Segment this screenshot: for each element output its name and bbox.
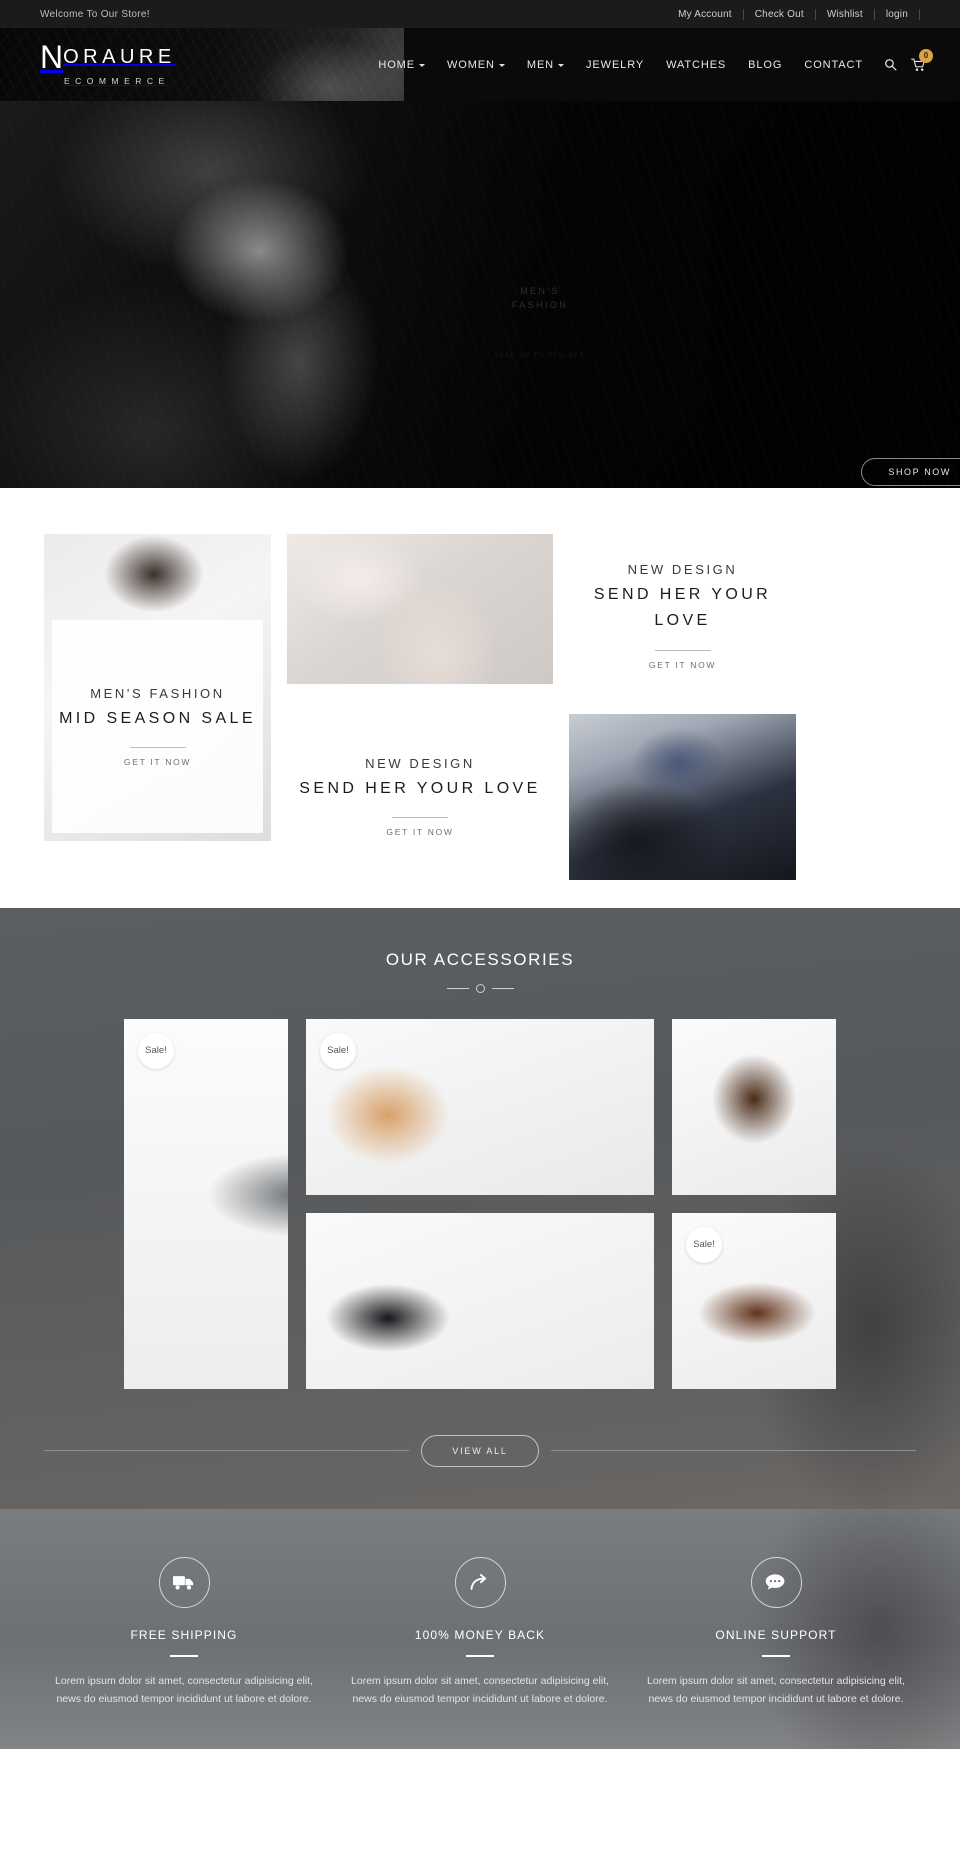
divider (170, 1654, 198, 1657)
accessories-section: OUR ACCESSORIES Sale! Sale! Sale! VIEW A… (0, 907, 960, 1509)
divider-line-left (446, 987, 469, 989)
truck-icon (158, 1556, 210, 1608)
nav-item-watches[interactable]: WATCHES (655, 59, 737, 71)
feature-title: FREE SHIPPING (130, 1627, 238, 1642)
search-icon[interactable] (884, 58, 897, 71)
divider (129, 747, 186, 749)
divider-circle-icon (475, 983, 485, 993)
divider (654, 649, 711, 651)
chevron-down-icon (558, 64, 565, 67)
accessories-heading: OUR ACCESSORIES (385, 949, 575, 969)
welcome-message: Welcome To Our Store! (40, 8, 150, 20)
promo-grid: NEW DESIGN SEND HER YOUR LOVE GET IT NOW… (44, 534, 916, 880)
promo-title: SEND HER YOUR LOVE (299, 780, 541, 798)
divider (392, 817, 448, 819)
feature-online-support: ONLINE SUPPORT Lorem ipsum dolor sit ame… (636, 1556, 916, 1709)
hero-caption-line-2: FASHION (511, 300, 569, 311)
nav-label: WOMEN (446, 58, 495, 71)
product-grid: Sale! Sale! Sale! (0, 1018, 960, 1389)
feature-description: Lorem ipsum dolor sit amet, consectetur … (55, 1674, 313, 1706)
promo-card-3[interactable]: MEN'S FASHION MID SEASON SALE GET IT NOW (44, 534, 271, 841)
nav-item-women[interactable]: WOMEN (436, 59, 516, 71)
chevron-down-icon (418, 64, 425, 67)
top-link-login[interactable]: login (875, 9, 919, 20)
promo-card-2[interactable]: NEW DESIGN SEND HER YOUR LOVE GET IT NOW (287, 714, 553, 880)
hero-subtext: SALE UP TO 50% OFF (494, 353, 586, 359)
divider-line-left (44, 1450, 410, 1452)
promo-eyebrow: MEN'S FASHION (90, 685, 225, 701)
divider-line-right (550, 1450, 917, 1452)
top-link-my-account[interactable]: My Account (667, 9, 743, 20)
promo-cta-3[interactable]: GET IT NOW (124, 757, 191, 767)
logo-wordmark: N ORAURE (40, 39, 176, 76)
promo-image-handbag[interactable] (569, 713, 796, 880)
product-tile-handbag[interactable]: Sale! (306, 1018, 654, 1195)
chevron-down-icon (498, 64, 505, 67)
feature-description: Lorem ipsum dolor sit amet, consectetur … (647, 1674, 905, 1706)
header-icon-group: 0 (884, 48, 933, 72)
site-header: N ORAURE ECOMMERCE HOME WOMEN MEN JEWELR… (0, 28, 960, 101)
hero-caption: MEN'S FASHION (480, 284, 600, 313)
section-divider (0, 983, 960, 993)
nav-item-home[interactable]: HOME (367, 59, 436, 71)
sale-badge: Sale! (320, 1032, 356, 1069)
main-navigation: HOME WOMEN MEN JEWELRY WATCHES BLOG CONT… (367, 48, 960, 72)
divider-line-right (491, 987, 514, 989)
feature-money-back: 100% MONEY BACK Lorem ipsum dolor sit am… (340, 1556, 620, 1709)
feature-free-shipping: FREE SHIPPING Lorem ipsum dolor sit amet… (44, 1556, 324, 1709)
nav-label: HOME (378, 58, 415, 71)
promo-eyebrow: NEW DESIGN (627, 562, 738, 577)
nav-item-contact[interactable]: CONTACT (793, 59, 874, 71)
promo-cta-1[interactable]: GET IT NOW (649, 660, 716, 670)
nav-item-jewelry[interactable]: JEWELRY (575, 59, 655, 71)
feature-title: ONLINE SUPPORT (715, 1627, 837, 1642)
divider (466, 1654, 494, 1657)
promo-card-1[interactable]: NEW DESIGN SEND HER YOUR LOVE GET IT NOW (569, 534, 796, 698)
feature-description: Lorem ipsum dolor sit amet, consectetur … (351, 1674, 609, 1706)
sale-badge: Sale! (686, 1226, 722, 1263)
top-bar-links: My Account Check Out Wishlist login (667, 8, 920, 20)
cart-icon[interactable]: 0 (911, 48, 933, 72)
nav-label: MEN (526, 58, 555, 71)
promo-title: MID SEASON SALE (59, 709, 256, 727)
promo-image-woman-white-dress[interactable] (287, 534, 553, 684)
sale-badge: Sale! (138, 1032, 174, 1069)
share-arrow-icon (454, 1556, 506, 1608)
hero-banner: MEN'S FASHION SALE UP TO 50% OFF SHOP NO… (0, 101, 960, 488)
shop-now-button[interactable]: SHOP NOW (861, 458, 960, 486)
product-tile-brown-dress-shoe[interactable]: Sale! (672, 1212, 836, 1389)
product-tile-black-dress-shoe[interactable] (306, 1212, 654, 1389)
cart-count-badge: 0 (919, 48, 933, 63)
promo-title: SEND HER YOUR LOVE (593, 586, 772, 630)
promo-card-3-overlay: MEN'S FASHION MID SEASON SALE GET IT NOW (52, 620, 263, 833)
top-bar: Welcome To Our Store! My Account Check O… (0, 0, 960, 28)
logo-initial: N (40, 39, 64, 76)
promo-eyebrow: NEW DESIGN (365, 756, 475, 772)
top-link-check-out[interactable]: Check Out (744, 9, 815, 20)
hero-caption-line-1: MEN'S (520, 286, 560, 296)
logo-tagline: ECOMMERCE (64, 75, 170, 86)
logo-name: ORAURE (63, 46, 176, 69)
divider (919, 8, 920, 20)
nav-item-blog[interactable]: BLOG (737, 59, 793, 71)
features-grid: FREE SHIPPING Lorem ipsum dolor sit amet… (44, 1556, 916, 1709)
top-link-wishlist[interactable]: Wishlist (816, 9, 874, 20)
nav-item-men[interactable]: MEN (516, 59, 575, 71)
promo-section: NEW DESIGN SEND HER YOUR LOVE GET IT NOW… (0, 488, 960, 908)
feature-title: 100% MONEY BACK (414, 1627, 546, 1642)
promo-cta-2[interactable]: GET IT NOW (386, 827, 453, 837)
view-all-row: VIEW ALL (0, 1389, 960, 1509)
site-logo[interactable]: N ORAURE ECOMMERCE (40, 39, 176, 86)
accessories-content: OUR ACCESSORIES Sale! Sale! Sale! VIEW A… (0, 950, 960, 1509)
features-section: FREE SHIPPING Lorem ipsum dolor sit amet… (0, 1508, 960, 1749)
view-all-button[interactable]: VIEW ALL (421, 1434, 539, 1467)
product-tile-brown-boot[interactable] (672, 1018, 836, 1195)
divider (762, 1654, 790, 1657)
chat-bubble-icon (750, 1556, 802, 1608)
product-tile-sunglasses[interactable]: Sale! (124, 1018, 288, 1389)
